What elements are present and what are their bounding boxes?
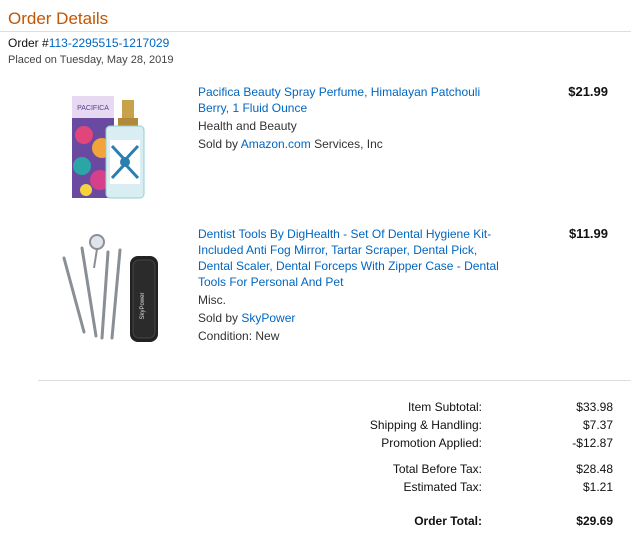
sold-by-label: Sold by — [198, 137, 241, 151]
seller-suffix: Services, Inc — [310, 137, 383, 151]
item-price: $21.99 — [568, 84, 608, 99]
summary-value: $1.21 — [582, 480, 613, 494]
summary-row: Total Before Tax: $28.48 — [0, 462, 631, 478]
summary-value: $28.48 — [576, 462, 613, 476]
item-info: Dentist Tools By DigHealth - Set Of Dent… — [198, 226, 508, 344]
item-condition: Condition: New — [198, 329, 280, 343]
seller-link[interactable]: Amazon.com — [241, 137, 311, 151]
perfume-box-text: PACIFICA — [77, 105, 109, 112]
order-total-row: Order Total: $29.69 — [0, 514, 631, 530]
order-placed-date: Placed on Tuesday, May 28, 2019 — [8, 54, 174, 66]
item-seller-line: Sold by Amazon.com Services, Inc — [198, 136, 508, 152]
order-total-label: Order Total: — [414, 514, 482, 528]
summary-value: -$12.87 — [572, 436, 613, 450]
case-brand-text: SkyPower — [140, 292, 146, 319]
item-title-link[interactable]: Dentist Tools By DigHealth - Set Of Dent… — [198, 226, 508, 290]
seller-link[interactable]: SkyPower — [241, 311, 295, 325]
item-seller-line: Sold by SkyPower — [198, 310, 508, 326]
summary-row: Item Subtotal: $33.98 — [0, 400, 631, 416]
order-number-link[interactable]: 113-2295515-1217029 — [49, 36, 170, 50]
summary-label: Item Subtotal: — [407, 400, 482, 414]
summary-divider — [38, 380, 631, 381]
order-total-value: $29.69 — [576, 514, 613, 528]
item-info: Pacifica Beauty Spray Perfume, Himalayan… — [198, 84, 508, 152]
summary-value: $33.98 — [576, 400, 613, 414]
summary-label: Total Before Tax: — [392, 462, 482, 476]
item-title-link[interactable]: Pacifica Beauty Spray Perfume, Himalayan… — [198, 84, 508, 116]
summary-label: Promotion Applied: — [381, 436, 482, 450]
order-number-prefix: Order # — [8, 36, 49, 50]
summary-label: Shipping & Handling: — [369, 418, 482, 432]
product-image-perfume[interactable]: PACIFICA — [70, 90, 146, 202]
title-divider — [0, 31, 631, 32]
item-category: Misc. — [198, 293, 226, 307]
page-title: Order Details — [8, 9, 109, 28]
order-number-line: Order #113-2295515-1217029 — [8, 36, 169, 50]
item-price: $11.99 — [568, 226, 608, 241]
summary-value: $7.37 — [582, 418, 613, 432]
summary-row: Shipping & Handling: $7.37 — [0, 418, 631, 434]
item-category: Health and Beauty — [198, 119, 297, 133]
summary-label: Estimated Tax: — [403, 480, 482, 494]
product-image-dental-tools[interactable]: SkyPower — [50, 228, 170, 348]
summary-row: Estimated Tax: $1.21 — [0, 480, 631, 496]
summary-row: Promotion Applied: -$12.87 — [0, 436, 631, 452]
sold-by-label: Sold by — [198, 311, 242, 325]
